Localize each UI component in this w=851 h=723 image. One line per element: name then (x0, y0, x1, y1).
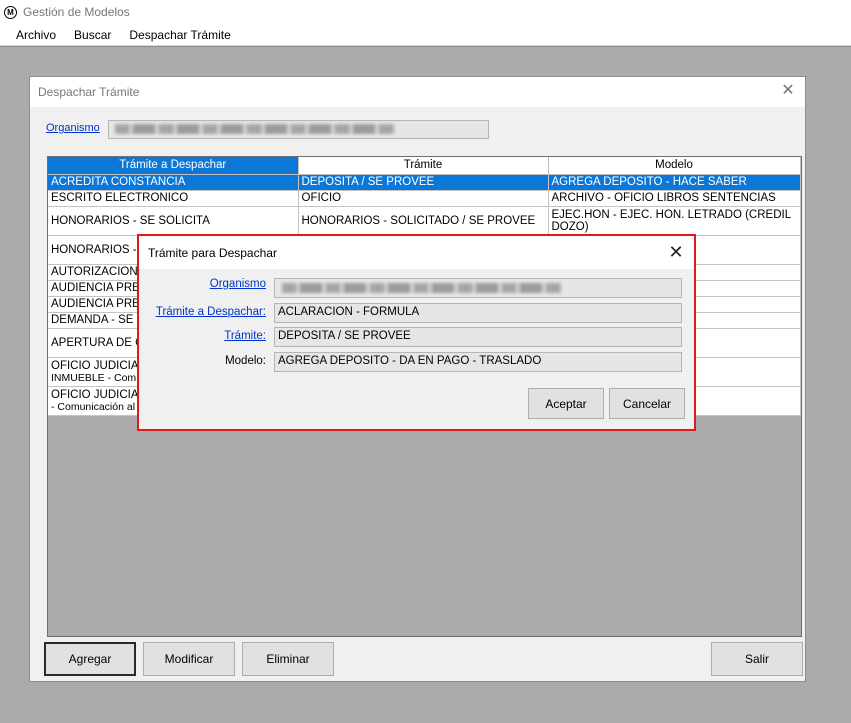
dialog-organismo-link[interactable]: Organismo (210, 278, 266, 290)
dialog-organismo-field (274, 278, 682, 298)
eliminar-button[interactable]: Eliminar (242, 642, 334, 676)
menu-bar: Archivo Buscar Despachar Trámite (0, 24, 851, 46)
table-cell: AGREGA DEPOSITO - HACE SABER (548, 174, 801, 191)
column-header-tramite-a-despachar[interactable]: Trámite a Despachar (48, 157, 299, 175)
dialog-close-icon[interactable]: ✕ (666, 242, 686, 262)
table-cell: HONORARIOS - SE SOLICITA (48, 206, 299, 236)
dialog-tramite-field: DEPOSITA / SE PROVEE (274, 327, 682, 347)
menu-archivo[interactable]: Archivo (7, 28, 65, 42)
agregar-button[interactable]: Agregar (44, 642, 136, 676)
table-row[interactable]: ESCRITO ELECTRONICO OFICIO ARCHIVO - OFI… (48, 190, 801, 207)
menu-buscar[interactable]: Buscar (65, 28, 120, 42)
tramite-para-despachar-dialog: Trámite para Despachar ✕ Organismo Trámi… (137, 234, 696, 431)
dialog-tramite-link[interactable]: Trámite: (224, 330, 266, 342)
table-cell: ARCHIVO - OFICIO LIBROS SENTENCIAS (548, 190, 801, 207)
table-cell: ESCRITO ELECTRONICO (48, 190, 299, 207)
column-header-modelo[interactable]: Modelo (548, 157, 801, 175)
window-titlebar: Despachar Trámite ✕ (30, 77, 805, 107)
salir-button[interactable]: Salir (711, 642, 803, 676)
window-close-icon[interactable]: ✕ (779, 82, 797, 100)
dialog-title: Trámite para Despachar (148, 245, 277, 260)
window-title: Despachar Trámite (38, 85, 140, 99)
app-title: Gestión de Modelos (23, 5, 130, 19)
table-cell: ACREDITA CONSTANCIA (48, 174, 299, 191)
table-cell: DEPOSITA / SE PROVEE (298, 174, 549, 191)
column-header-tramite[interactable]: Trámite (298, 157, 549, 175)
dialog-tramite-a-despachar-link[interactable]: Trámite a Despachar: (156, 306, 266, 318)
menu-despachar-tramite[interactable]: Despachar Trámite (120, 28, 239, 42)
app-titlebar: M Gestión de Modelos (0, 0, 851, 24)
aceptar-button[interactable]: Aceptar (528, 388, 604, 419)
table-row[interactable]: HONORARIOS - SE SOLICITA HONORARIOS - SO… (48, 206, 801, 236)
dialog-tramite-a-despachar-field: ACLARACION - FORMULA (274, 303, 682, 323)
dialog-titlebar: Trámite para Despachar ✕ (139, 236, 694, 269)
table-row[interactable]: ACREDITA CONSTANCIA DEPOSITA / SE PROVEE… (48, 174, 801, 191)
app-logo-icon: M (4, 5, 17, 19)
dialog-modelo-label: Modelo: (225, 355, 266, 367)
grid-header-row: Trámite a Despachar Trámite Modelo (48, 157, 801, 175)
modificar-button[interactable]: Modificar (143, 642, 235, 676)
table-cell: HONORARIOS - SOLICITADO / SE PROVEE (298, 206, 549, 236)
organismo-redacted-value (115, 124, 395, 134)
cancelar-button[interactable]: Cancelar (609, 388, 685, 419)
organismo-field (108, 120, 489, 139)
table-cell: OFICIO (298, 190, 549, 207)
organismo-link[interactable]: Organismo (46, 122, 100, 134)
dialog-organismo-redacted-value (282, 283, 562, 293)
table-cell: EJEC.HON - EJEC. HON. LETRADO (CREDIL DO… (548, 206, 801, 236)
dialog-modelo-field: AGREGA DEPOSITO - DA EN PAGO - TRASLADO (274, 352, 682, 372)
